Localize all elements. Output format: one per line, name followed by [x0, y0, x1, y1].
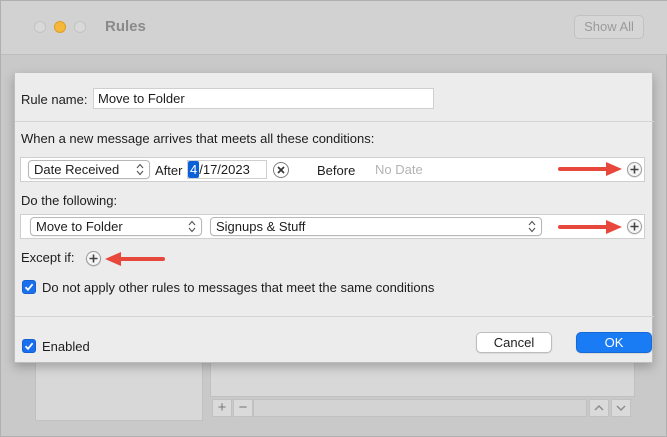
add-exception-button[interactable]	[86, 251, 101, 266]
condition-field-value: Date Received	[34, 162, 120, 177]
conditions-header: When a new message arrives that meets al…	[21, 131, 375, 146]
enabled-label: Enabled	[42, 339, 90, 354]
rule-name-label: Rule name:	[21, 92, 88, 107]
target-folder-value: Signups & Stuff	[216, 219, 306, 234]
target-folder-popup[interactable]: Signups & Stuff	[210, 217, 542, 236]
bg-scroll-down-button[interactable]	[611, 399, 631, 417]
bg-scroll-up-button[interactable]	[589, 399, 609, 417]
checkmark-icon	[24, 283, 34, 292]
before-label: Before	[317, 163, 356, 178]
stop-rules-checkbox[interactable]	[22, 280, 36, 294]
show-all-button[interactable]: Show All	[574, 15, 644, 39]
add-condition-icon	[630, 165, 639, 174]
red-arrow-annotation	[105, 252, 165, 266]
rule-name-field[interactable]: Move to Folder	[93, 88, 434, 109]
red-arrow-annotation	[558, 162, 622, 176]
actions-header: Do the following:	[21, 193, 118, 208]
window-title: Rules	[105, 18, 146, 35]
before-date-field[interactable]: No Date	[369, 160, 569, 179]
except-if-label: Except if:	[21, 250, 75, 265]
rules-list	[35, 361, 203, 421]
close-window-button[interactable]	[34, 21, 46, 33]
action-type-popup[interactable]: Move to Folder	[30, 217, 202, 236]
condition-row: Date Received After 4/17/2023 Before No …	[20, 157, 645, 182]
bg-button-bar	[253, 399, 587, 417]
date-rest-segment[interactable]: /17/2023	[199, 162, 250, 177]
chevron-updown-icon	[528, 220, 536, 233]
add-action-icon	[630, 222, 639, 231]
after-label: After	[155, 163, 183, 178]
chevron-up-icon	[594, 405, 604, 411]
after-date-field[interactable]: 4/17/2023	[187, 160, 267, 179]
stop-rules-label: Do not apply other rules to messages tha…	[42, 280, 435, 295]
chevron-updown-icon	[136, 163, 144, 176]
date-month-segment[interactable]: 4	[188, 161, 200, 178]
rule-detail-list	[210, 361, 635, 397]
cancel-button[interactable]: Cancel	[476, 332, 552, 353]
enabled-checkbox[interactable]	[22, 339, 36, 353]
clear-date-icon	[277, 166, 285, 174]
minimize-window-button[interactable]	[54, 21, 66, 33]
separator	[15, 121, 654, 122]
clear-date-button[interactable]	[273, 162, 289, 178]
add-action-button[interactable]	[627, 219, 642, 234]
ok-button[interactable]: OK	[576, 332, 652, 353]
bg-remove-button[interactable]: −	[233, 399, 253, 417]
add-exception-icon	[89, 254, 98, 263]
action-type-value: Move to Folder	[36, 219, 123, 234]
bg-add-button[interactable]: +	[212, 399, 232, 417]
red-arrow-annotation	[558, 220, 622, 234]
window-titlebar: Rules Show All	[1, 1, 667, 55]
chevron-updown-icon	[188, 220, 196, 233]
checkmark-icon	[24, 342, 34, 351]
zoom-window-button[interactable]	[74, 21, 86, 33]
condition-field-popup[interactable]: Date Received	[28, 160, 150, 179]
separator	[15, 316, 654, 317]
before-date-placeholder: No Date	[375, 162, 423, 177]
action-row: Move to Folder Signups & Stuff	[20, 214, 645, 239]
chevron-down-icon	[616, 405, 626, 411]
add-condition-button[interactable]	[627, 162, 642, 177]
